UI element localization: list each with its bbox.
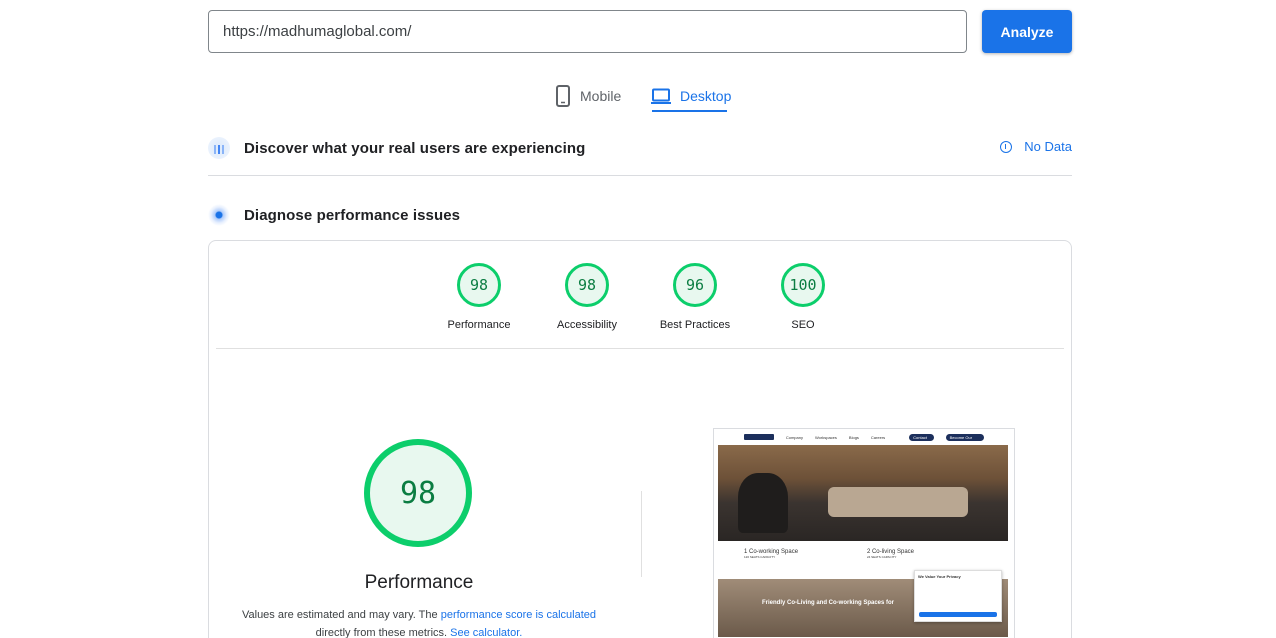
estimate-note: Values are estimated and may vary. The p…	[229, 606, 609, 638]
info-icon	[1000, 140, 1013, 153]
crux-icon	[208, 137, 230, 159]
thumb-nav: Company Workspaces Blogs Careers Contact…	[714, 429, 1014, 447]
gauge-seo[interactable]: 100 SEO	[753, 263, 853, 331]
active-tab-indicator	[652, 110, 727, 112]
gauge-performance[interactable]: 98 Performance	[429, 263, 529, 331]
category-gauges: 98 Performance 98 Accessibility 96 Best …	[209, 263, 1071, 343]
laptop-icon	[651, 88, 671, 104]
site-logo	[744, 434, 774, 440]
cookie-accept-button	[919, 612, 997, 617]
phone-icon	[556, 85, 570, 107]
thumb-stats: 1 Co-working Space 120 SEATS CAPACITY 2 …	[744, 549, 1004, 559]
stat-sub: 24 SEATS CAPACITY	[866, 555, 897, 559]
gauge-best-practices[interactable]: 96 Best Practices	[645, 263, 745, 331]
gauge-score: 96	[673, 263, 717, 307]
final-screenshot[interactable]: Company Workspaces Blogs Careers Contact…	[713, 428, 1015, 638]
gauge-score: 98	[565, 263, 609, 307]
section-divider	[208, 175, 1072, 176]
gauge-score: 98	[457, 263, 501, 307]
thumb-nav-item: Careers	[870, 434, 886, 440]
lighthouse-icon	[208, 204, 230, 226]
report-card: 98 Performance 98 Accessibility 96 Best …	[208, 240, 1072, 638]
cookie-dialog: We Value Your Privacy	[914, 570, 1002, 622]
tab-mobile[interactable]: Mobile	[555, 78, 621, 114]
gauge-label: Best Practices	[659, 319, 731, 331]
field-data-title: Discover what your real users are experi…	[244, 139, 586, 157]
gauge-score: 100	[781, 263, 825, 307]
note-mid: directly from these metrics.	[315, 627, 448, 638]
performance-big-gauge: 98	[364, 439, 472, 547]
gauge-label: Accessibility	[557, 319, 617, 331]
see-calculator-link[interactable]: See calculator.	[450, 627, 522, 638]
field-data-header: Discover what your real users are experi…	[208, 134, 1072, 162]
lab-data-title: Diagnose performance issues	[244, 206, 461, 224]
thumb-contact-pill: Contact Us	[909, 433, 934, 447]
hero-photo	[718, 445, 1008, 541]
gauge-label: Performance	[447, 319, 511, 331]
analyze-button[interactable]: Analyze	[982, 10, 1072, 53]
no-data-status[interactable]: No Data	[1000, 139, 1072, 154]
score-calculated-link[interactable]: performance score is calculated	[441, 609, 596, 621]
performance-title: Performance	[364, 572, 474, 593]
no-data-label: No Data	[1024, 139, 1072, 154]
tab-desktop[interactable]: Desktop	[651, 78, 731, 114]
stat-coliving: 2 Co-living Space 24 SEATS CAPACITY	[867, 549, 914, 559]
gauge-label: SEO	[791, 319, 815, 331]
stat-sub: 120 SEATS CAPACITY	[744, 555, 776, 559]
thumb-partner-pill: Become Our Partner	[945, 433, 984, 447]
thumb-nav-item: Company	[785, 434, 803, 440]
stat-coworking: 1 Co-working Space 120 SEATS CAPACITY	[744, 549, 798, 559]
thumb-nav-item: Workspaces	[814, 434, 837, 440]
cookie-title: We Value Your Privacy	[918, 574, 961, 579]
note-prefix: Values are estimated and may vary. The	[241, 609, 438, 621]
gauge-accessibility[interactable]: 98 Accessibility	[537, 263, 637, 331]
url-input[interactable]	[208, 10, 967, 53]
thumb-nav-item: Blogs	[848, 434, 859, 440]
card-divider	[216, 348, 1064, 349]
lab-data-header: Diagnose performance issues	[208, 201, 1072, 229]
tab-mobile-label: Mobile	[580, 88, 622, 104]
tab-desktop-label: Desktop	[680, 88, 732, 104]
vertical-divider	[641, 491, 642, 577]
